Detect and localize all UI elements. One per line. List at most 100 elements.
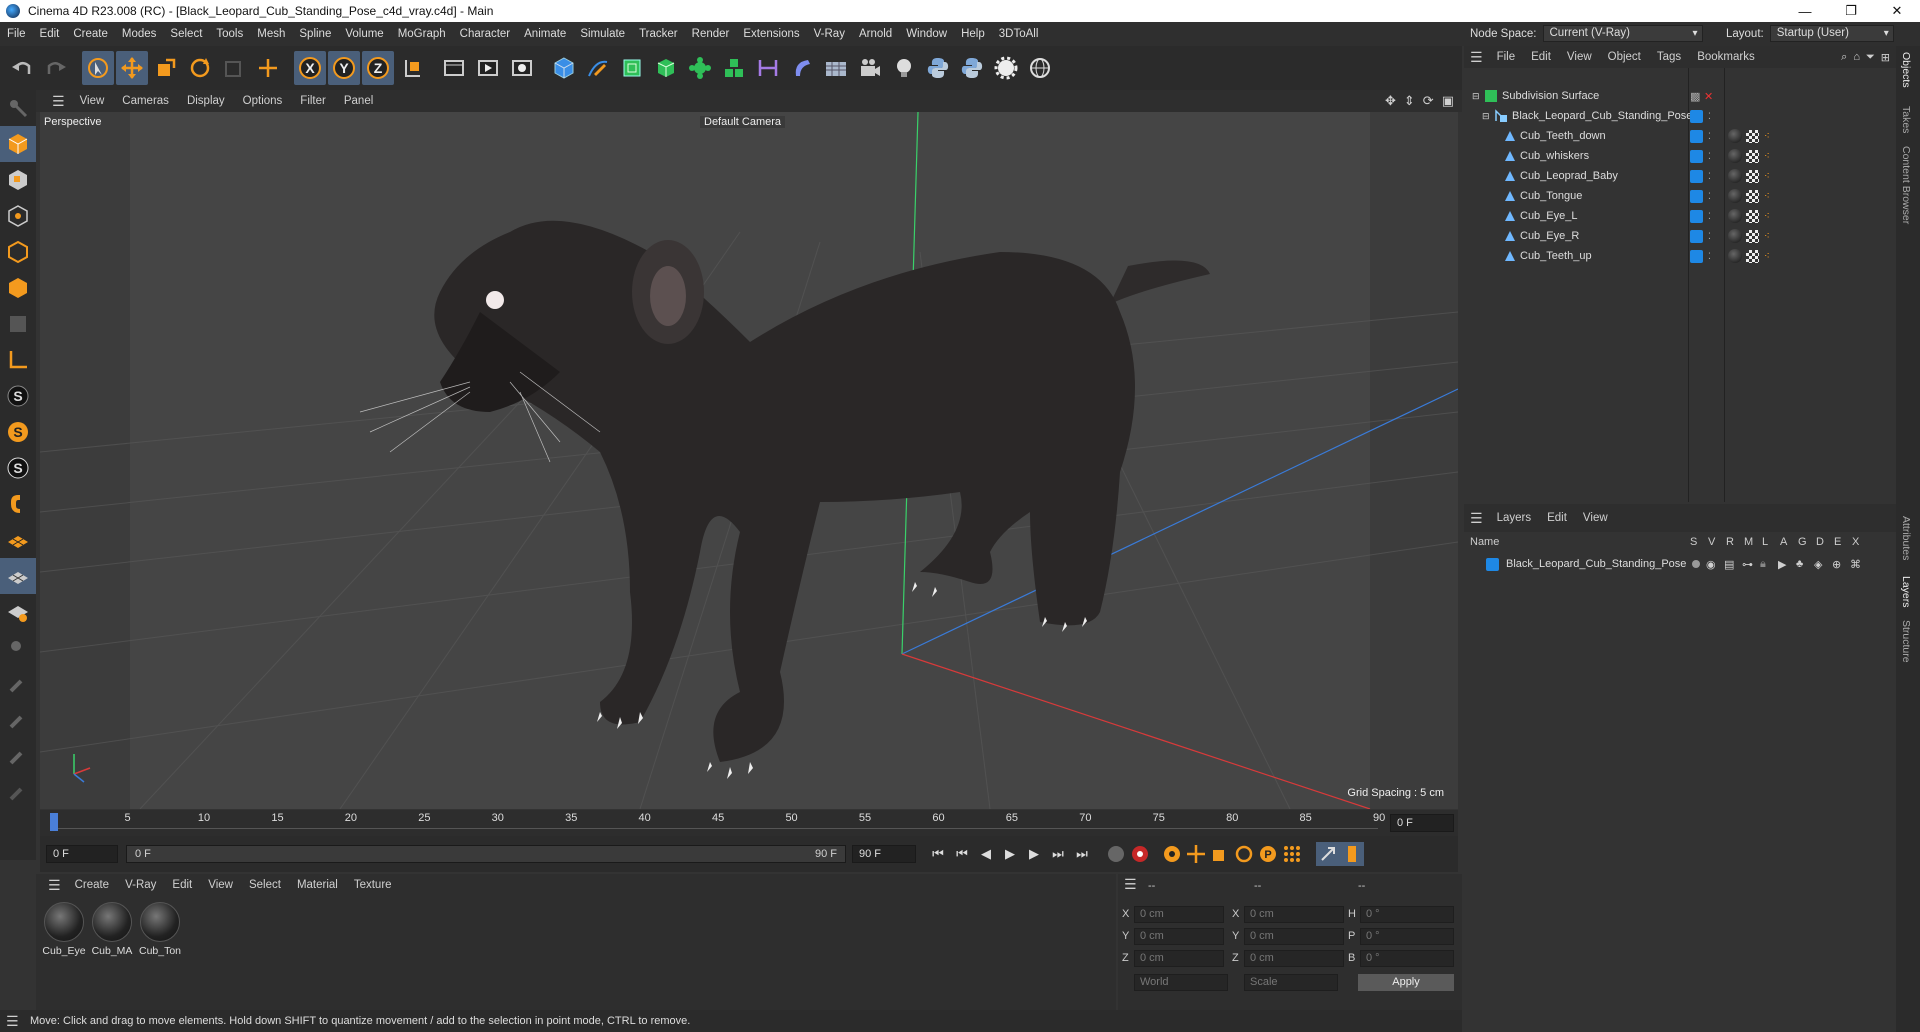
material-tag-icon[interactable] — [1728, 189, 1742, 203]
array-icon[interactable] — [718, 51, 750, 85]
layer-xrefs-icon[interactable]: ⌘ — [1850, 558, 1861, 571]
status-hamburger-icon[interactable]: ☰ — [6, 1013, 19, 1030]
maximize-button[interactable]: ❐ — [1828, 3, 1874, 19]
model-mode-icon[interactable] — [0, 126, 36, 162]
key-pla-icon[interactable] — [1280, 842, 1304, 866]
phong-tag-icon[interactable]: ⁖ — [1764, 191, 1770, 202]
layer-color-swatch[interactable] — [1486, 557, 1499, 571]
menu-edit[interactable]: Edit — [33, 28, 67, 40]
layer-generators-icon[interactable]: ♣ — [1796, 558, 1803, 570]
go-to-start-icon[interactable]: ⏮ — [926, 842, 950, 866]
visibility-dots-icon[interactable]: ⁚ — [1708, 231, 1711, 242]
menu-volume[interactable]: Volume — [338, 28, 390, 40]
viewport-menu-options[interactable]: Options — [234, 95, 292, 107]
material-tag-icon[interactable] — [1728, 129, 1742, 143]
symmetry-icon[interactable] — [752, 51, 784, 85]
key-rotation-icon[interactable] — [1232, 842, 1256, 866]
menu-tracker[interactable]: Tracker — [632, 28, 685, 40]
layer-col-e[interactable]: E — [1834, 536, 1841, 548]
x-axis-icon[interactable]: X — [294, 51, 326, 85]
layer-color-tag[interactable] — [1690, 249, 1703, 263]
object-menu-file[interactable]: File — [1489, 51, 1524, 63]
layer-color-tag[interactable] — [1690, 109, 1703, 123]
menu-select[interactable]: Select — [163, 28, 209, 40]
minimize-button[interactable]: — — [1782, 4, 1828, 19]
tab-layers[interactable]: Layers — [1900, 576, 1912, 608]
frame-range-slider[interactable]: 0 F 90 F — [126, 845, 846, 863]
layer-col-d[interactable]: D — [1816, 536, 1824, 548]
layer-color-tag[interactable] — [1690, 209, 1703, 223]
sculpt-s-icon[interactable] — [0, 738, 36, 774]
phong-tag-icon[interactable]: ⁖ — [1764, 171, 1770, 182]
viewport-menu-view[interactable]: View — [71, 95, 114, 107]
material-swatch[interactable]: Cub_Ton — [138, 902, 182, 957]
cloner-icon[interactable] — [684, 51, 716, 85]
end-frame-field[interactable]: 90 F — [852, 845, 916, 863]
paint-icon[interactable] — [0, 630, 36, 666]
layer-menu-layers[interactable]: Layers — [1489, 512, 1540, 524]
phong-tag-icon[interactable]: ⁖ — [1764, 251, 1770, 262]
layer-lock-icon[interactable]: 🔒︎ — [1760, 558, 1766, 571]
layer-menu-edit[interactable]: Edit — [1539, 512, 1575, 524]
phong-tag-icon[interactable]: ⁖ — [1764, 131, 1770, 142]
object-menu-bookmarks[interactable]: Bookmarks — [1689, 51, 1763, 63]
play-icon[interactable]: ▶ — [998, 842, 1022, 866]
apply-button[interactable]: Apply — [1358, 974, 1454, 991]
node-space-dropdown[interactable]: Current (V-Ray) — [1542, 25, 1703, 42]
previous-key-icon[interactable]: ⏮ — [950, 842, 974, 866]
move-icon[interactable] — [116, 51, 148, 85]
material-menu-vray[interactable]: V-Ray — [117, 879, 164, 891]
motion-system-icon[interactable] — [1316, 842, 1340, 866]
menu-3dtoall[interactable]: 3DToAll — [992, 28, 1046, 40]
timeline-ruler[interactable]: 051015202530354045505560657075808590 0 F — [40, 810, 1458, 836]
layer-color-tag[interactable] — [1690, 129, 1703, 143]
menu-simulate[interactable]: Simulate — [573, 28, 632, 40]
layer-col-g[interactable]: G — [1798, 536, 1807, 548]
make-editable-icon[interactable] — [0, 90, 36, 126]
auto-key-icon[interactable] — [1128, 842, 1152, 866]
python-icon[interactable] — [922, 51, 954, 85]
coord-hamburger-icon[interactable]: ☰ — [1124, 876, 1137, 893]
layer-animation-icon[interactable]: ▶ — [1778, 558, 1786, 571]
layer-col-m[interactable]: M — [1744, 536, 1753, 548]
magnet-icon[interactable] — [0, 486, 36, 522]
object-hamburger-icon[interactable]: ☰ — [1464, 49, 1489, 66]
object-filter-icon[interactable]: ⏷ — [1863, 51, 1878, 64]
visibility-dots-icon[interactable]: ⁚ — [1708, 111, 1711, 122]
viewport-menu-filter[interactable]: Filter — [291, 95, 335, 107]
material-menu-view[interactable]: View — [200, 879, 241, 891]
layer-color-tag[interactable] — [1690, 229, 1703, 243]
axis-mode-icon[interactable] — [0, 342, 36, 378]
object-menu-tags[interactable]: Tags — [1649, 51, 1689, 63]
texture-mode-icon[interactable] — [0, 162, 36, 198]
object-row-subdivision-surface[interactable]: ⊟ Subdivision Surface ▩ ✕ — [1464, 86, 1896, 106]
layer-color-tag[interactable] — [1690, 149, 1703, 163]
add-icon[interactable] — [252, 51, 284, 85]
menu-vray[interactable]: V-Ray — [807, 28, 852, 40]
object-search-icon[interactable]: ⌕ — [1838, 51, 1850, 64]
render-icon[interactable] — [472, 51, 504, 85]
floor-icon[interactable] — [820, 51, 852, 85]
layer-col-s[interactable]: S — [1690, 536, 1697, 548]
layout-dropdown[interactable]: Startup (User) — [1769, 25, 1894, 42]
collapse-icon[interactable]: ⊟ — [1482, 111, 1494, 122]
tab-objects[interactable]: Objects — [1900, 52, 1912, 88]
uvw-tag-icon[interactable] — [1746, 149, 1759, 163]
light-icon[interactable] — [888, 51, 920, 85]
material-menu-select[interactable]: Select — [241, 879, 289, 891]
phong-tag-icon[interactable]: ⁖ — [1764, 151, 1770, 162]
layer-col-l[interactable]: L — [1762, 536, 1768, 548]
menu-animate[interactable]: Animate — [517, 28, 573, 40]
object-row[interactable]: Cub_Leoprad_Baby ⁚ ⁖ — [1464, 166, 1896, 186]
material-tag-icon[interactable] — [1728, 209, 1742, 223]
render-settings-icon[interactable] — [506, 51, 538, 85]
material-tag-icon[interactable] — [1728, 149, 1742, 163]
menu-spline[interactable]: Spline — [292, 28, 338, 40]
object-row[interactable]: Cub_Eye_L ⁚ ⁖ — [1464, 206, 1896, 226]
subdivide-icon[interactable] — [616, 51, 648, 85]
snap-settings-icon[interactable]: S — [0, 414, 36, 450]
tab-structure[interactable]: Structure — [1900, 620, 1912, 663]
layer-col-a[interactable]: A — [1780, 536, 1787, 548]
visibility-dots-icon[interactable]: ⁚ — [1708, 171, 1711, 182]
next-frame-icon[interactable]: ▶ — [1022, 842, 1046, 866]
